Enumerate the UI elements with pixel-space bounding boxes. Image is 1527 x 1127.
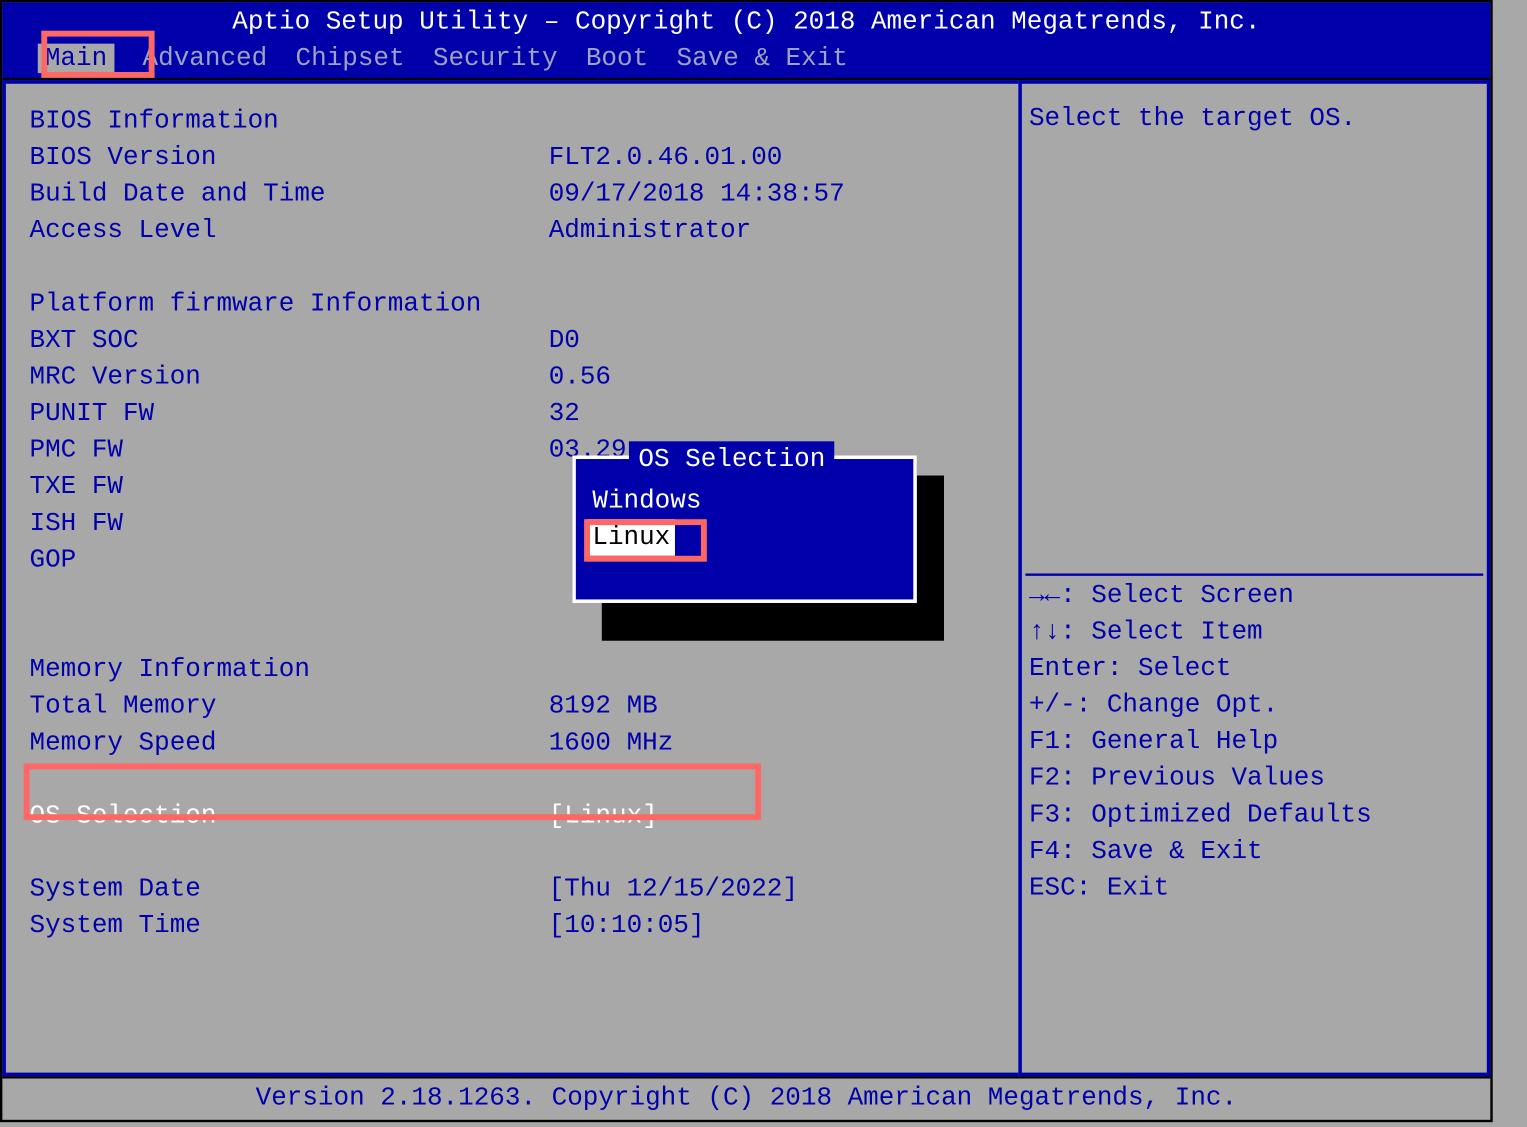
label-memory-speed: Memory Speed xyxy=(29,725,548,762)
label-access-level: Access Level xyxy=(29,212,548,249)
tab-chipset[interactable]: Chipset xyxy=(296,44,405,73)
content-area: BIOS Information BIOS Version FLT2.0.46.… xyxy=(2,80,1490,1078)
label-pmc: PMC FW xyxy=(29,432,548,469)
tab-security[interactable]: Security xyxy=(433,44,558,73)
key-f4: F4: Save & Exit xyxy=(1029,833,1372,870)
key-select-item: ↑↓: Select Item xyxy=(1029,614,1372,651)
help-text: Select the target OS. xyxy=(1029,100,1480,137)
bios-window: Aptio Setup Utility – Copyright (C) 2018… xyxy=(0,0,1493,1122)
value-system-date: [Thu 12/15/2022] xyxy=(549,871,798,908)
label-os-selection: OS Selection xyxy=(29,798,548,835)
right-pane: Select the target OS. →←: Select Screen … xyxy=(1018,80,1490,1076)
label-system-time: System Time xyxy=(29,907,548,944)
label-build-date: Build Date and Time xyxy=(29,176,548,213)
platform-heading: Platform firmware Information xyxy=(29,286,994,323)
row-memory-speed: Memory Speed 1600 MHz xyxy=(29,725,994,762)
key-change-opt: +/-: Change Opt. xyxy=(1029,687,1372,724)
label-punit: PUNIT FW xyxy=(29,395,548,432)
row-os-selection[interactable]: OS Selection [Linux] xyxy=(29,798,994,835)
label-gop: GOP xyxy=(29,542,548,579)
row-bxt-soc: BXT SOC D0 xyxy=(29,322,994,359)
value-mrc: 0.56 xyxy=(549,359,611,396)
value-punit: 32 xyxy=(549,395,580,432)
row-access-level: Access Level Administrator xyxy=(29,212,994,249)
label-txe: TXE FW xyxy=(29,468,548,505)
key-f2: F2: Previous Values xyxy=(1029,760,1372,797)
left-pane: BIOS Information BIOS Version FLT2.0.46.… xyxy=(2,80,1018,1076)
row-build-date: Build Date and Time 09/17/2018 14:38:57 xyxy=(29,176,994,213)
value-bxt-soc: D0 xyxy=(549,322,580,359)
value-access-level: Administrator xyxy=(549,212,752,249)
help-keys: →←: Select Screen ↑↓: Select Item Enter:… xyxy=(1029,577,1372,906)
key-select-screen: →←: Select Screen xyxy=(1029,577,1372,614)
menu-tabs: Main Advanced Chipset Security Boot Save… xyxy=(2,44,848,73)
key-f3: F3: Optimized Defaults xyxy=(1029,796,1372,833)
value-build-date: 09/17/2018 14:38:57 xyxy=(549,176,845,213)
key-esc: ESC: Exit xyxy=(1029,870,1372,907)
popup-title: OS Selection xyxy=(629,441,835,478)
tab-main[interactable]: Main xyxy=(38,44,114,73)
popup-option-linux[interactable]: Linux xyxy=(588,519,902,556)
header-bar: Aptio Setup Utility – Copyright (C) 2018… xyxy=(2,2,1490,80)
label-mrc: MRC Version xyxy=(29,359,548,396)
tab-save-exit[interactable]: Save & Exit xyxy=(676,44,847,73)
footer-bar: Version 2.18.1263. Copyright (C) 2018 Am… xyxy=(2,1079,1490,1113)
label-total-memory: Total Memory xyxy=(29,688,548,725)
row-system-time[interactable]: System Time [10:10:05] xyxy=(29,907,994,944)
key-f1: F1: General Help xyxy=(1029,723,1372,760)
window-title: Aptio Setup Utility – Copyright (C) 2018… xyxy=(2,2,1490,39)
value-memory-speed: 1600 MHz xyxy=(549,725,674,762)
label-system-date: System Date xyxy=(29,871,548,908)
value-bios-version: FLT2.0.46.01.00 xyxy=(549,139,783,176)
value-system-time: [10:10:05] xyxy=(549,907,705,944)
row-punit: PUNIT FW 32 xyxy=(29,395,994,432)
label-ish: ISH FW xyxy=(29,505,548,542)
label-bios-version: BIOS Version xyxy=(29,139,548,176)
key-enter: Enter: Select xyxy=(1029,650,1372,687)
row-system-date[interactable]: System Date [Thu 12/15/2022] xyxy=(29,871,994,908)
value-os-selection: [Linux] xyxy=(549,798,658,835)
right-divider xyxy=(1025,573,1483,575)
row-total-memory: Total Memory 8192 MB xyxy=(29,688,994,725)
os-selection-popup: OS Selection Windows Linux xyxy=(572,455,917,603)
label-bxt-soc: BXT SOC xyxy=(29,322,548,359)
bios-info-heading: BIOS Information xyxy=(29,103,994,140)
value-total-memory: 8192 MB xyxy=(549,688,658,725)
row-bios-version: BIOS Version FLT2.0.46.01.00 xyxy=(29,139,994,176)
popup-option-windows[interactable]: Windows xyxy=(588,483,902,520)
memory-heading: Memory Information xyxy=(29,651,994,688)
tab-advanced[interactable]: Advanced xyxy=(143,44,268,73)
row-mrc: MRC Version 0.56 xyxy=(29,359,994,396)
tab-boot[interactable]: Boot xyxy=(586,44,648,73)
